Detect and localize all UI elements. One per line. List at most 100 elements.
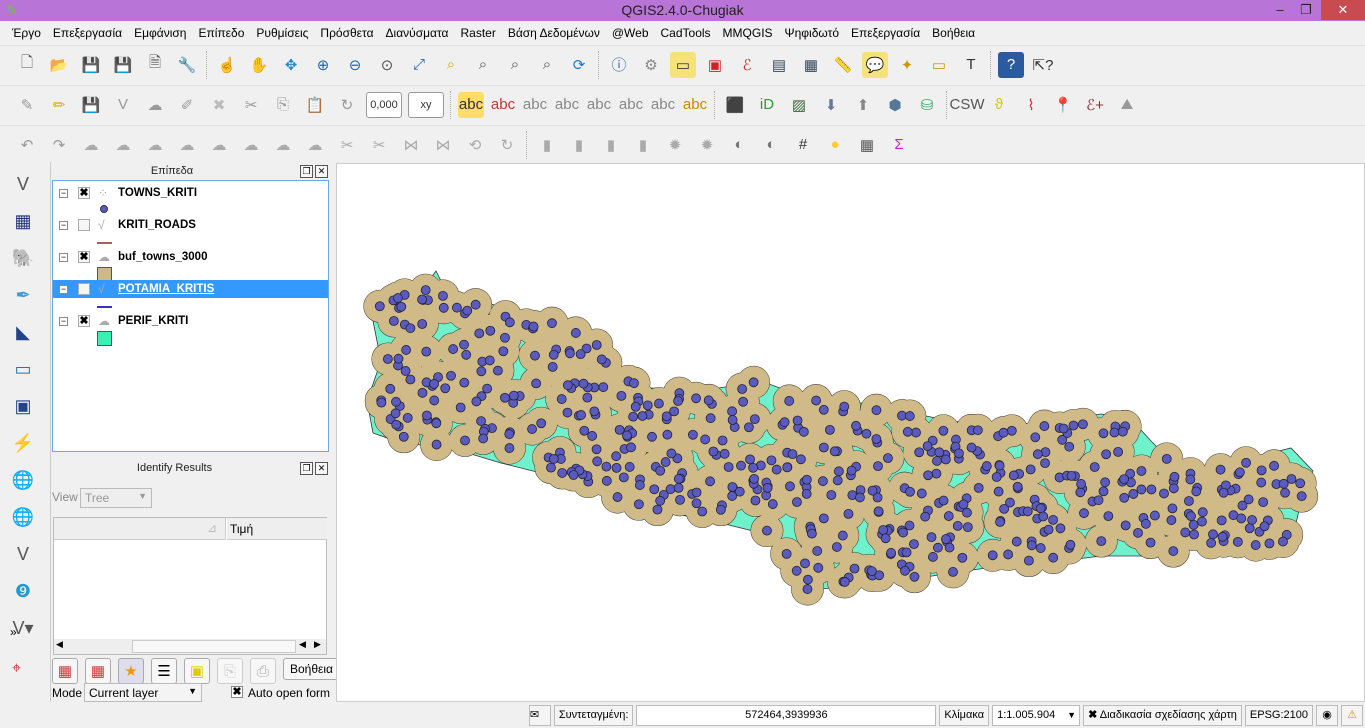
zoom-last-icon[interactable]: ⌕	[502, 52, 528, 78]
terrain-icon[interactable]: ⛰	[1114, 92, 1140, 118]
sum-icon[interactable]: Σ	[886, 132, 912, 158]
geoprocessing-icon[interactable]: ⬛	[722, 92, 748, 118]
collapse-icon[interactable]: −	[59, 252, 68, 262]
gps-2-icon[interactable]: ◐	[758, 132, 784, 158]
save-project-icon[interactable]: 💾	[78, 52, 104, 78]
crs-status-icon[interactable]: ◉	[1316, 704, 1338, 726]
close-panel-button[interactable]: ✕	[315, 165, 328, 178]
add-spatialite-layer-icon[interactable]: ✒	[10, 281, 36, 309]
easy-labels-icon[interactable]: abc	[682, 92, 708, 118]
new-project-icon[interactable]: 🗋	[14, 52, 40, 78]
horizontal-scrollbar[interactable]: ◀ ◀ ▶	[54, 639, 326, 654]
split-features-icon[interactable]: ✂	[334, 132, 360, 158]
epsilon-plus-icon[interactable]: ℰ+	[1082, 92, 1108, 118]
show-hide-labels-icon[interactable]: abc	[554, 92, 580, 118]
layer-visibility-checkbox[interactable]: ✖	[78, 315, 90, 327]
deselect-icon[interactable]: ▣	[702, 52, 728, 78]
add-db2-layer-icon[interactable]: ▣	[10, 392, 36, 420]
current-edits-icon[interactable]: ✎	[14, 92, 40, 118]
scale-combobox[interactable]: 1:1.005.904 ▼	[992, 704, 1081, 726]
points-icon[interactable]: ●	[822, 132, 848, 158]
zoom-out-icon[interactable]: ⊖	[342, 52, 368, 78]
collapse-icon[interactable]: −	[59, 284, 68, 294]
map-tips-icon[interactable]: 💬	[862, 51, 888, 78]
csw-icon[interactable]: CSW	[950, 92, 985, 118]
menu-7[interactable]: Raster	[454, 26, 501, 40]
merge-features-icon[interactable]: ⋈	[398, 132, 424, 158]
split-parts-icon[interactable]: ✂	[366, 132, 392, 158]
menu-11[interactable]: MMQGIS	[717, 26, 779, 40]
layer-visibility-checkbox[interactable]: ✖	[78, 251, 90, 263]
touch-zoom-icon[interactable]: ☝	[214, 52, 240, 78]
warning-icon[interactable]: ⚠	[1341, 704, 1363, 726]
float-panel-button[interactable]: ❐	[300, 462, 313, 475]
close-button[interactable]: ✕	[1321, 0, 1365, 20]
float-panel-button[interactable]: ❐	[300, 165, 313, 178]
layer-item[interactable]: − ✖ ⁘ TOWNS_KRITI	[53, 184, 328, 202]
brightness-icon[interactable]: ✹	[662, 132, 688, 158]
menu-5[interactable]: Πρόσθετα	[314, 26, 379, 40]
rotate-feature-icon[interactable]: ↻	[494, 132, 520, 158]
copy-icon[interactable]: ⎘	[270, 92, 296, 118]
expression-select-icon[interactable]: ℰ	[734, 52, 760, 78]
pan-to-selection-icon[interactable]: ✥	[278, 52, 304, 78]
crs-button[interactable]: EPSG:2100	[1244, 704, 1313, 726]
layer-item[interactable]: − ✖ ☁ buf_towns_3000	[53, 248, 328, 266]
stretch-icon[interactable]: ▮	[630, 132, 656, 158]
menu-10[interactable]: CadTools	[655, 26, 717, 40]
layer-visibility-checkbox[interactable]	[78, 283, 90, 295]
copy-icon[interactable]: ⎘	[217, 658, 243, 684]
contrast-icon[interactable]: ✹	[694, 132, 720, 158]
save-edits-icon[interactable]: 💾	[78, 92, 104, 118]
digitize-icon[interactable]: ⌇	[1018, 92, 1044, 118]
minimize-button[interactable]: –	[1267, 0, 1293, 20]
menu-0[interactable]: Έργο	[6, 26, 47, 40]
render-toggle[interactable]: ✖ Διαδικασία σχεδίασης χάρτη	[1083, 704, 1242, 726]
new-print-composer-icon[interactable]: 🗎	[142, 52, 168, 78]
menu-9[interactable]: @Web	[606, 26, 655, 40]
menu-6[interactable]: Διανύσματα	[380, 26, 455, 40]
collapse-icon[interactable]: −	[59, 220, 68, 230]
layer-visibility-checkbox[interactable]	[78, 219, 90, 231]
upload-icon[interactable]: ⬆	[850, 92, 876, 118]
scroll-left-button[interactable]: ◀	[56, 639, 63, 650]
auto-open-checkbox[interactable]: ✖	[231, 686, 243, 698]
collapse-icon[interactable]: −	[59, 188, 68, 198]
add-wms-layer-icon[interactable]: ⚡	[10, 429, 36, 457]
add-vector-layer-icon[interactable]: V	[10, 170, 36, 198]
zoom-layer-icon[interactable]: ⌕	[470, 52, 496, 78]
georef-icon[interactable]: ϑ	[986, 92, 1012, 118]
crosshair-icon[interactable]: ⌖	[12, 660, 21, 678]
menu-14[interactable]: Βοήθεια	[926, 26, 981, 40]
whats-this-icon[interactable]: ⇱?	[1030, 52, 1056, 78]
menu-1[interactable]: Επεξεργασία	[47, 26, 128, 40]
menu-13[interactable]: Επεξεργασία	[845, 26, 926, 40]
add-postgis-layer-icon[interactable]: 🐘	[10, 244, 36, 272]
change-label-icon[interactable]: abc	[650, 92, 676, 118]
gps-icon[interactable]: ◐	[726, 132, 752, 158]
open-project-icon[interactable]: 📂	[46, 52, 72, 78]
simplify-icon[interactable]: ☁	[78, 132, 104, 158]
align-raster-icon[interactable]: ▮	[534, 132, 560, 158]
menu-2[interactable]: Εμφάνιση	[128, 26, 192, 40]
map-canvas[interactable]	[336, 163, 1365, 702]
menu-12[interactable]: Ψηφιδωτό	[779, 26, 845, 40]
help-button[interactable]: Βοήθεια	[283, 658, 340, 680]
grid-icon[interactable]: #	[790, 132, 816, 158]
cut-icon[interactable]: ✂	[238, 92, 264, 118]
xy-tool-icon[interactable]: xy	[408, 91, 444, 118]
pin-labels-icon[interactable]: abc	[522, 92, 548, 118]
layer-labeling-icon[interactable]: abc	[490, 92, 516, 118]
close-panel-button[interactable]: ✕	[315, 462, 328, 475]
messages-icon[interactable]: ✉	[528, 704, 551, 726]
add-mssql-layer-icon[interactable]: ◣	[10, 318, 36, 346]
redo-icon[interactable]: ↷	[46, 132, 72, 158]
print-icon[interactable]: ⎙	[250, 658, 276, 684]
offset-curve-icon[interactable]: ☁	[302, 132, 328, 158]
layer-visibility-checkbox[interactable]: ✖	[78, 187, 90, 199]
add-feature-icon[interactable]: V	[110, 92, 136, 118]
menu-8[interactable]: Βάση Δεδομένων	[502, 26, 606, 40]
menu-3[interactable]: Επίπεδο	[192, 26, 250, 40]
add-delimited-text-layer-icon[interactable]: V	[10, 540, 36, 568]
add-virtual-layer-icon[interactable]: ❾	[10, 577, 36, 605]
